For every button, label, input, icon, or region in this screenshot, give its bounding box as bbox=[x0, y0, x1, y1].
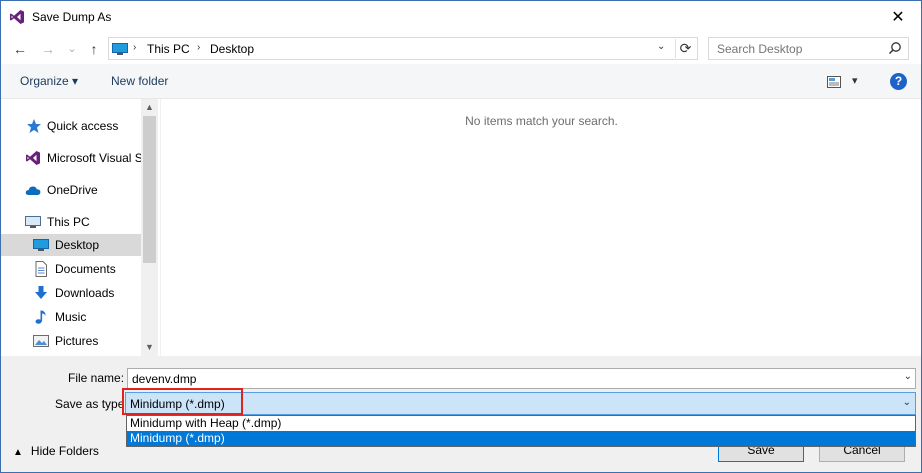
computer-icon bbox=[112, 43, 128, 55]
recent-locations-button[interactable]: ⌄ bbox=[63, 40, 81, 58]
new-folder-button[interactable]: New folder bbox=[111, 74, 168, 88]
sidebar-item-downloads[interactable]: Downloads bbox=[1, 282, 141, 304]
chevron-down-icon: ⌄ bbox=[67, 43, 77, 55]
up-button[interactable]: ↑ bbox=[85, 40, 103, 58]
sidebar-item-label: Desktop bbox=[55, 238, 100, 252]
search-box[interactable] bbox=[708, 37, 909, 60]
close-icon: ✕ bbox=[891, 8, 905, 26]
sidebar-item-music[interactable]: Music bbox=[1, 306, 141, 328]
file-name-input[interactable] bbox=[128, 369, 898, 388]
file-name-combobox[interactable]: ⌄ bbox=[127, 368, 916, 389]
file-name-label: File name: bbox=[68, 371, 125, 385]
navigation-scrollbar[interactable]: ▲ ▼ bbox=[141, 99, 158, 356]
hide-folders-button[interactable]: ▲ Hide Folders bbox=[13, 444, 99, 458]
computer-icon bbox=[25, 216, 41, 228]
scroll-down-icon[interactable]: ▼ bbox=[141, 339, 158, 356]
refresh-icon: ⟳ bbox=[679, 40, 692, 56]
download-arrow-icon bbox=[35, 286, 47, 299]
sidebar-item-label: OneDrive bbox=[47, 183, 98, 197]
sidebar-item-pictures[interactable]: Pictures bbox=[1, 330, 141, 352]
empty-message: No items match your search. bbox=[465, 114, 618, 128]
visual-studio-icon bbox=[26, 151, 40, 165]
forward-button[interactable]: → bbox=[39, 40, 57, 58]
view-icon bbox=[827, 76, 841, 88]
sidebar-item-label: This PC bbox=[47, 215, 90, 229]
breadcrumb-this-pc[interactable]: This PC bbox=[147, 42, 190, 56]
sidebar-item-label: Pictures bbox=[55, 334, 99, 348]
breadcrumb-desktop[interactable]: Desktop bbox=[210, 42, 254, 56]
music-note-icon bbox=[35, 310, 46, 324]
sidebar-item-quick-access[interactable]: Quick access bbox=[1, 115, 141, 137]
scrollbar-thumb[interactable] bbox=[143, 116, 156, 263]
sidebar-item-label: Quick access bbox=[47, 119, 119, 133]
forward-arrow-icon: → bbox=[41, 41, 55, 57]
star-icon bbox=[27, 119, 41, 133]
sidebar-item-onedrive[interactable]: OneDrive bbox=[1, 179, 141, 201]
window-title: Save Dump As bbox=[32, 10, 112, 24]
breadcrumb-separator: › bbox=[133, 42, 137, 53]
address-bar[interactable]: › This PC › Desktop ⌄ ⟳ bbox=[108, 37, 698, 60]
sidebar-item-label: Downloads bbox=[55, 286, 115, 300]
change-view-button[interactable]: ▾ bbox=[827, 74, 863, 90]
sidebar-item-microsoft-visual-studio[interactable]: Microsoft Visual S bbox=[1, 147, 143, 169]
view-dropdown-icon: ▾ bbox=[852, 75, 858, 87]
file-list-pane[interactable]: No items match your search. bbox=[160, 99, 921, 356]
sidebar-item-label: Microsoft Visual S bbox=[47, 151, 143, 165]
save-type-label: Save as type: bbox=[55, 397, 128, 411]
navigation-pane: Quick access Microsoft Visual S OneDrive… bbox=[1, 99, 158, 356]
save-type-select[interactable]: Minidump (*.dmp) ⌄ bbox=[125, 392, 916, 415]
save-type-option-minidump[interactable]: Minidump (*.dmp) bbox=[127, 431, 915, 446]
save-type-dropdown-list: Minidump with Heap (*.dmp) Minidump (*.d… bbox=[126, 415, 916, 447]
document-icon bbox=[35, 261, 47, 277]
up-arrow-icon: ↑ bbox=[90, 41, 98, 57]
visual-studio-icon bbox=[10, 10, 24, 24]
annotation-highlight-box bbox=[122, 388, 243, 415]
address-row: ← → ⌄ ↑ › This PC › Desktop ⌄ ⟳ bbox=[1, 32, 921, 64]
sidebar-item-label: Documents bbox=[55, 262, 116, 276]
refresh-button[interactable]: ⟳ bbox=[675, 39, 695, 58]
search-icon bbox=[888, 42, 901, 55]
search-input[interactable] bbox=[709, 38, 884, 59]
desktop-icon bbox=[33, 239, 49, 251]
sidebar-item-desktop[interactable]: Desktop bbox=[1, 234, 141, 256]
chevron-up-icon: ▲ bbox=[13, 447, 23, 458]
close-button[interactable]: ✕ bbox=[875, 1, 921, 32]
organize-button[interactable]: Organize ▾ bbox=[20, 74, 78, 88]
hide-folders-label: Hide Folders bbox=[30, 444, 99, 458]
picture-icon bbox=[33, 335, 49, 347]
title-bar: Save Dump As ✕ bbox=[1, 1, 921, 32]
address-dropdown-icon[interactable]: ⌄ bbox=[657, 41, 671, 52]
sidebar-item-documents[interactable]: Documents bbox=[1, 258, 141, 280]
cloud-icon bbox=[25, 186, 41, 195]
command-toolbar: Organize ▾ New folder ▾ ? bbox=[1, 64, 921, 99]
save-dump-dialog: Save Dump As ✕ ← → ⌄ ↑ › This PC › Deskt… bbox=[0, 0, 922, 473]
help-icon[interactable]: ? bbox=[890, 73, 907, 90]
chevron-down-icon[interactable]: ⌄ bbox=[903, 397, 911, 408]
sidebar-item-label: Music bbox=[55, 310, 87, 324]
save-options-panel: File name: ⌄ Save as type: Minidump (*.d… bbox=[1, 356, 921, 472]
back-button[interactable]: ← bbox=[11, 40, 29, 58]
breadcrumb-separator: › bbox=[197, 42, 201, 53]
scroll-up-icon[interactable]: ▲ bbox=[141, 99, 158, 116]
back-arrow-icon: ← bbox=[13, 41, 27, 57]
save-type-option-minidump-with-heap[interactable]: Minidump with Heap (*.dmp) bbox=[127, 416, 915, 431]
chevron-down-icon[interactable]: ⌄ bbox=[904, 371, 912, 382]
sidebar-item-this-pc[interactable]: This PC bbox=[1, 211, 141, 233]
